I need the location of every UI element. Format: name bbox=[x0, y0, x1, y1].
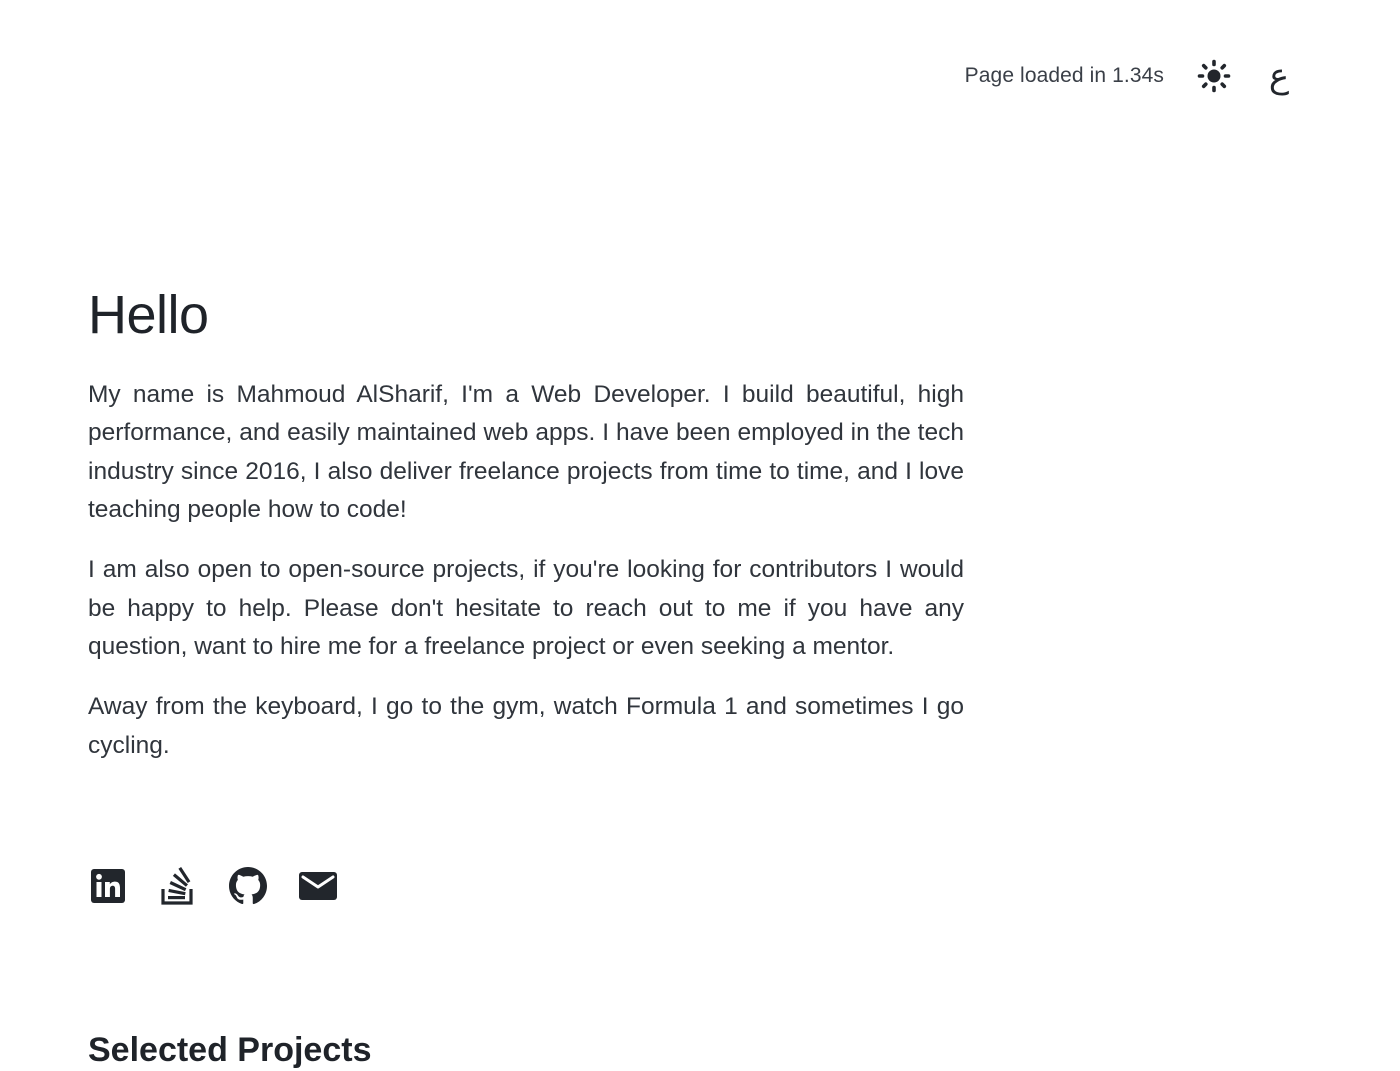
theme-toggle-button[interactable] bbox=[1196, 58, 1232, 94]
language-toggle-button[interactable]: ع bbox=[1264, 54, 1294, 98]
stackoverflow-icon bbox=[161, 867, 193, 905]
github-link[interactable] bbox=[228, 866, 268, 906]
github-icon bbox=[229, 867, 267, 905]
email-link[interactable] bbox=[298, 866, 338, 906]
email-icon bbox=[299, 872, 337, 900]
intro-paragraph-3: Away from the keyboard, I go to the gym,… bbox=[88, 693, 964, 759]
section-title-projects: Selected Projects bbox=[88, 1031, 372, 1069]
linkedin-link[interactable] bbox=[88, 866, 128, 906]
social-links bbox=[88, 866, 368, 906]
intro-paragraph-1: My name is Mahmoud AlSharif, I'm a Web D… bbox=[88, 381, 964, 524]
top-bar: Page loaded in 1.34s ع bbox=[965, 54, 1294, 98]
intro-section: Hello My name is Mahmoud AlSharif, I'm a… bbox=[88, 280, 964, 787]
intro-paragraph-2: I am also open to open-source projects, … bbox=[88, 556, 964, 660]
sun-icon bbox=[1197, 59, 1231, 93]
stackoverflow-link[interactable] bbox=[158, 866, 198, 906]
page-load-time: Page loaded in 1.34s bbox=[964, 64, 1164, 87]
linkedin-icon bbox=[91, 869, 125, 903]
page-title: Hello bbox=[88, 285, 209, 345]
